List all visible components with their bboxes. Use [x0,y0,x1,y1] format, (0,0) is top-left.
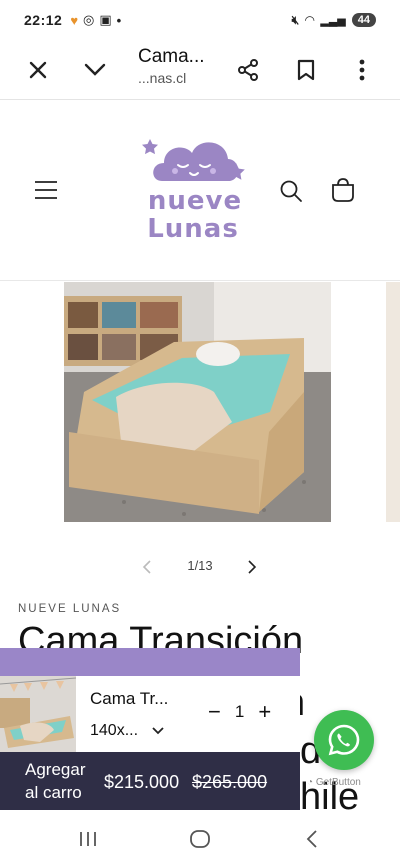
dot-icon: • [116,12,122,28]
add-to-cart-button[interactable]: Agregar al carro $215.000 $265.000 [0,752,300,810]
signal-icon: ▂▃▅ [320,14,346,27]
chevron-left-icon[interactable] [142,560,152,579]
close-icon[interactable] [20,52,56,88]
gallery-nav: 1/13 [0,552,400,582]
next-image-peek[interactable] [386,282,400,522]
logo[interactable]: nueve Lunas [140,131,250,251]
getbutton-credit[interactable]: ◔ GetButton [307,777,361,788]
getbutton-text: GetButton [315,777,361,788]
share-icon[interactable] [230,52,266,88]
whatsapp-icon [328,724,360,756]
home-icon[interactable] [185,824,215,854]
whatsapp-icon: ◎ [83,12,95,27]
quantity-stepper: − 1 + [208,701,271,723]
qty-value[interactable]: 1 [235,702,244,722]
site-header: nueve Lunas [0,101,400,281]
status-time: 22:12 [24,12,63,28]
original-price: $265.000 [192,772,268,792]
qty-decrease-button[interactable]: − [208,701,221,723]
product-thumbnail [0,676,76,752]
sticky-add-to-cart: Cama Tr... 140x... − 1 + Agregar al carr… [0,648,300,810]
search-icon[interactable] [279,179,303,208]
menu-icon[interactable] [33,179,59,206]
sticky-product-row: Cama Tr... 140x... − 1 + [0,676,300,752]
sale-price: $215.000 [104,772,180,792]
chevron-down-icon [152,722,164,740]
battery-icon: 44 [351,13,376,27]
more-icon[interactable] [344,52,380,88]
sticky-accent-bar [0,648,300,676]
bookmark-icon[interactable] [288,52,324,88]
heart-icon: ♥ [70,12,79,28]
gallery-counter: 1/13 [187,558,213,573]
screenshot-icon: ▣ [99,12,112,27]
logo-text-line1: nueve [147,186,243,216]
status-bar: 22:12 ♥ ◎ ▣ • 🔇︎ ◠ ▂▃▅ 44 [0,0,400,40]
logo-text-line2: Lunas [147,214,239,244]
qty-increase-button[interactable]: + [258,701,271,723]
chevron-right-icon[interactable] [247,560,257,579]
whatsapp-button[interactable] [314,710,374,770]
cta-label-line1: Agregar [25,760,86,779]
cart-icon[interactable] [330,177,356,208]
system-nav-bar [0,810,400,866]
cta-label-line2: al carro [25,783,82,802]
chevron-down-icon[interactable] [77,52,113,88]
recent-apps-icon[interactable] [73,824,103,854]
variant-value: 140x... [90,722,139,739]
back-icon[interactable] [297,824,327,854]
product-vendor: NUEVE LUNAS [18,603,122,615]
product-image[interactable] [64,282,331,522]
getbutton-logo-icon: ◔ [307,777,314,788]
sticky-product-name: Cama Tr... [90,689,169,708]
variant-select[interactable]: 140x... [90,722,164,740]
browser-toolbar: Cama... ...nas.cl [0,40,400,100]
mute-icon: 🔇︎ [291,12,300,27]
wifi-icon: ◠ [305,13,315,27]
